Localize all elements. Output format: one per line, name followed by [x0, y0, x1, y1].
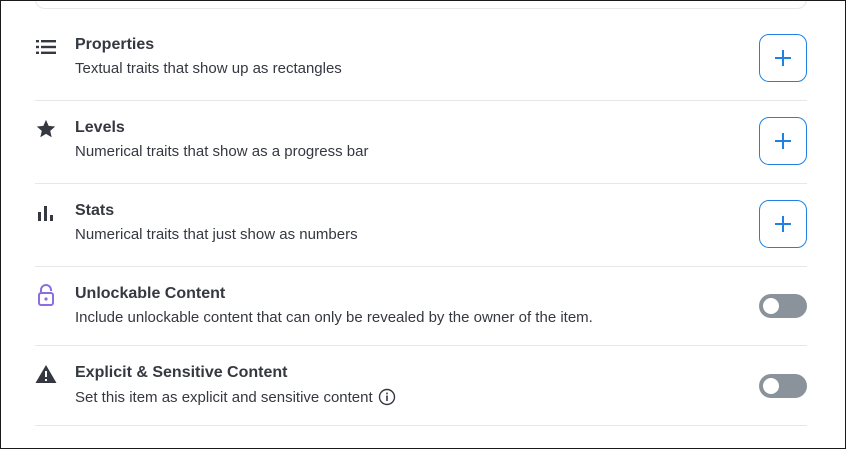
previous-field-edge	[35, 1, 807, 9]
add-stats-button[interactable]	[759, 200, 807, 248]
row-title: Levels	[75, 119, 125, 136]
nft-traits-panel: Properties Textual traits that show up a…	[0, 0, 846, 449]
levels-row: Levels Numerical traits that show as a p…	[35, 101, 807, 184]
row-title: Explicit & Sensitive Content	[75, 364, 288, 381]
row-description: Numerical traits that just show as numbe…	[75, 226, 358, 243]
lock-open-icon	[35, 284, 57, 306]
unlockable-content-row: Unlockable Content Include unlockable co…	[35, 267, 807, 346]
row-description-wrapper: Set this item as explicit and sensitive …	[75, 388, 396, 406]
explicit-content-toggle[interactable]	[759, 374, 807, 398]
row-description: Include unlockable content that can only…	[75, 309, 593, 326]
info-icon[interactable]	[378, 388, 396, 406]
plus-icon	[775, 50, 791, 66]
plus-icon	[775, 133, 791, 149]
list-icon	[35, 36, 57, 58]
star-icon	[35, 118, 57, 140]
warning-icon	[35, 363, 57, 385]
bar-chart-icon	[35, 202, 57, 224]
unlockable-content-toggle[interactable]	[759, 294, 807, 318]
row-description: Set this item as explicit and sensitive …	[75, 388, 373, 406]
toggle-knob	[763, 298, 779, 314]
plus-icon	[775, 216, 791, 232]
add-levels-button[interactable]	[759, 117, 807, 165]
stats-row: Stats Numerical traits that just show as…	[35, 184, 807, 267]
row-description: Numerical traits that show as a progress…	[75, 143, 369, 160]
row-description: Textual traits that show up as rectangle…	[75, 60, 342, 77]
row-title: Unlockable Content	[75, 285, 226, 302]
toggle-knob	[763, 378, 779, 394]
add-properties-button[interactable]	[759, 34, 807, 82]
row-title: Properties	[75, 36, 155, 53]
properties-row: Properties Textual traits that show up a…	[35, 18, 807, 101]
row-title: Stats	[75, 202, 115, 219]
explicit-content-row: Explicit & Sensitive Content Set this it…	[35, 346, 807, 426]
